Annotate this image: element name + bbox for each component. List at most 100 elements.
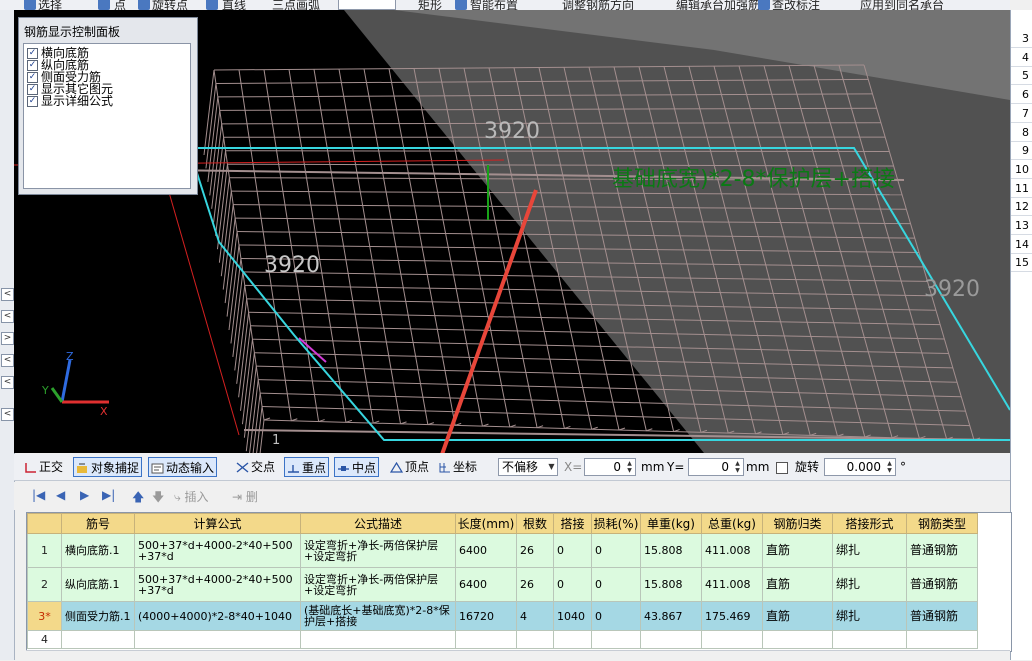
- expand-right-button[interactable]: >: [1, 332, 14, 345]
- count-cell[interactable]: [517, 631, 554, 649]
- loss-cell[interactable]: 0: [592, 534, 641, 568]
- bar-type-cell[interactable]: 普通钢筋: [907, 602, 978, 631]
- row-number[interactable]: 13: [1011, 217, 1032, 235]
- row-number-cell[interactable]: 2: [28, 568, 62, 602]
- prev-record-icon[interactable]: ◀: [56, 488, 65, 502]
- count-cell[interactable]: 26: [517, 568, 554, 602]
- lap-type-cell[interactable]: 绑扎: [833, 534, 907, 568]
- spinner-icon[interactable]: ▲▼: [885, 460, 894, 474]
- table-row[interactable]: 1横向底筋.1500+37*d+4000-2*40+500+37*d设定弯折+净…: [28, 534, 978, 568]
- column-header[interactable]: 根数: [517, 514, 554, 534]
- category-cell[interactable]: 直筋: [763, 602, 833, 631]
- total-weight-cell[interactable]: 411.008: [702, 568, 763, 602]
- insert-row-button[interactable]: ⤷ 插入: [174, 488, 209, 505]
- category-cell[interactable]: [763, 631, 833, 649]
- toolbar-dropdown[interactable]: [338, 0, 396, 10]
- rotate-angle-input[interactable]: 0.000▲▼: [824, 458, 896, 476]
- checkbox-checked-icon[interactable]: ✓: [27, 84, 38, 95]
- formula-desc-cell[interactable]: (基础底长+基础底宽)*2-8*保护层+搭接: [301, 602, 456, 631]
- row-number[interactable]: 15: [1011, 254, 1032, 272]
- count-cell[interactable]: 26: [517, 534, 554, 568]
- ortho-button[interactable]: 正交: [24, 457, 63, 477]
- collapse-left-button-5[interactable]: <: [1, 408, 14, 421]
- total-weight-cell[interactable]: 175.469: [702, 602, 763, 631]
- row-number[interactable]: 6: [1011, 86, 1032, 104]
- row-number[interactable]: 5: [1011, 67, 1032, 85]
- row-number[interactable]: 12: [1011, 198, 1032, 216]
- row-number[interactable]: 8: [1011, 124, 1032, 142]
- column-header[interactable]: 搭接: [554, 514, 592, 534]
- row-number[interactable]: 11: [1011, 180, 1032, 198]
- checkbox-checked-icon[interactable]: ✓: [27, 60, 38, 71]
- bar-name-cell[interactable]: 侧面受力筋.1: [62, 602, 135, 631]
- lap-cell[interactable]: 0: [554, 534, 592, 568]
- loss-cell[interactable]: 0: [592, 568, 641, 602]
- column-header[interactable]: 单重(kg): [641, 514, 702, 534]
- lap-cell[interactable]: [554, 631, 592, 649]
- unit-weight-cell[interactable]: [641, 631, 702, 649]
- collapse-left-button[interactable]: <: [1, 288, 14, 301]
- move-up-icon[interactable]: 🡅: [132, 488, 144, 509]
- column-header[interactable]: 钢筋归类: [763, 514, 833, 534]
- formula-cell[interactable]: 500+37*d+4000-2*40+500+37*d: [135, 534, 301, 568]
- row-number[interactable]: 10: [1011, 161, 1032, 179]
- column-header[interactable]: 长度(mm): [456, 514, 517, 534]
- lap-cell[interactable]: 1040: [554, 602, 592, 631]
- y-coordinate-input[interactable]: 0▲▼: [688, 458, 744, 476]
- spinner-icon[interactable]: ▲▼: [733, 460, 742, 474]
- row-number[interactable]: 3: [1011, 30, 1032, 48]
- column-header[interactable]: 计算公式: [135, 514, 301, 534]
- row-number[interactable]: 9: [1011, 142, 1032, 160]
- formula-desc-cell[interactable]: [301, 631, 456, 649]
- length-cell[interactable]: [456, 631, 517, 649]
- checkbox-checked-icon[interactable]: ✓: [27, 96, 38, 107]
- lap-cell[interactable]: 0: [554, 568, 592, 602]
- count-cell[interactable]: 4: [517, 602, 554, 631]
- move-down-icon[interactable]: 🡇: [152, 488, 164, 509]
- unit-weight-cell[interactable]: 15.808: [641, 534, 702, 568]
- row-number[interactable]: 7: [1011, 105, 1032, 123]
- next-record-icon[interactable]: ▶: [80, 488, 89, 502]
- first-record-icon[interactable]: |◀: [32, 488, 45, 502]
- column-header[interactable]: 公式描述: [301, 514, 456, 534]
- rebar-3d-viewport[interactable]: 3920 3920 3920 基础底宽)*2-8*保护层+搭接 1 Z Y X …: [14, 10, 1010, 453]
- collapse-left-button-4[interactable]: <: [1, 376, 14, 389]
- category-cell[interactable]: 直筋: [763, 534, 833, 568]
- lap-type-cell[interactable]: 绑扎: [833, 602, 907, 631]
- collapse-left-button-3[interactable]: <: [1, 354, 14, 367]
- column-header[interactable]: 总重(kg): [702, 514, 763, 534]
- total-weight-cell[interactable]: 411.008: [702, 534, 763, 568]
- formula-desc-cell[interactable]: 设定弯折+净长-两倍保护层+设定弯折: [301, 534, 456, 568]
- checkbox-checked-icon[interactable]: ✓: [27, 72, 38, 83]
- formula-cell[interactable]: [135, 631, 301, 649]
- row-number-cell[interactable]: 3*: [28, 602, 62, 631]
- horizontal-scrollbar[interactable]: [26, 650, 1010, 661]
- lap-type-cell[interactable]: 绑扎: [833, 568, 907, 602]
- lap-type-cell[interactable]: [833, 631, 907, 649]
- spinner-icon[interactable]: ▲▼: [625, 460, 634, 474]
- bar-type-cell[interactable]: 普通钢筋: [907, 534, 978, 568]
- coordinate-snap-button[interactable]: 坐标: [438, 457, 477, 477]
- rotate-checkbox[interactable]: [776, 462, 788, 474]
- unit-weight-cell[interactable]: 15.808: [641, 568, 702, 602]
- row-number[interactable]: 4: [1011, 49, 1032, 67]
- checkbox-checked-icon[interactable]: ✓: [27, 48, 38, 59]
- dynamic-input-button[interactable]: 动态输入: [148, 457, 217, 477]
- loss-cell[interactable]: [592, 631, 641, 649]
- row-number[interactable]: 14: [1011, 236, 1032, 254]
- table-row[interactable]: 4: [28, 631, 978, 649]
- toggle-show-detailed-formula[interactable]: ✓显示详细公式: [27, 95, 113, 107]
- loss-cell[interactable]: 0: [592, 602, 641, 631]
- vertex-snap-button[interactable]: 顶点: [390, 457, 429, 477]
- bar-type-cell[interactable]: [907, 631, 978, 649]
- bar-name-cell[interactable]: 横向底筋.1: [62, 534, 135, 568]
- column-header[interactable]: 钢筋类型: [907, 514, 978, 534]
- bar-name-cell[interactable]: 纵向底筋.1: [62, 568, 135, 602]
- x-coordinate-input[interactable]: 0▲▼: [584, 458, 636, 476]
- delete-row-button[interactable]: ⇥ 删: [232, 488, 258, 505]
- intersection-snap-button[interactable]: 交点: [236, 457, 275, 477]
- formula-cell[interactable]: (4000+4000)*2-8*40+1040: [135, 602, 301, 631]
- column-header[interactable]: 搭接形式: [833, 514, 907, 534]
- column-header[interactable]: 损耗(%): [592, 514, 641, 534]
- midpoint-snap-button[interactable]: 重点: [284, 457, 329, 477]
